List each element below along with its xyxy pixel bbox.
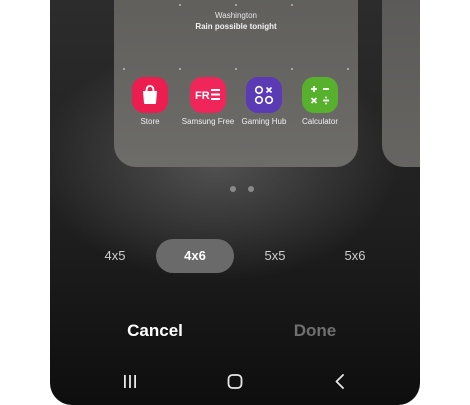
grid-guide-dot <box>179 68 181 70</box>
phone-screen: Washington Rain possible tonight Store F… <box>50 0 420 405</box>
grid-option-5x5[interactable]: 5x5 <box>250 239 300 273</box>
grid-option-4x5[interactable]: 4x5 <box>90 239 140 273</box>
home-page-preview[interactable]: Washington Rain possible tonight Store F… <box>114 0 358 167</box>
free-icon: FR <box>190 77 226 113</box>
app-gaming-hub[interactable]: Gaming Hub <box>234 77 294 126</box>
app-label: Samsung Free <box>181 117 235 126</box>
app-label: Store <box>140 117 160 126</box>
recents-icon <box>124 375 136 388</box>
grid-guide-dot <box>235 4 237 6</box>
next-page-preview[interactable] <box>382 0 420 167</box>
grid-guide-dot <box>347 68 349 70</box>
grid-guide-dot <box>235 68 237 70</box>
grid-guide-dot <box>179 4 181 6</box>
app-label: Calculator <box>301 117 338 126</box>
grid-option-4x6[interactable]: 4x6 <box>156 239 234 273</box>
home-button[interactable] <box>215 368 255 396</box>
done-button[interactable]: Done <box>270 318 360 344</box>
grid-option-5x6[interactable]: 5x6 <box>330 239 380 273</box>
grid-guide-dot <box>291 4 293 6</box>
shopping-bag-icon <box>132 77 168 113</box>
weather-forecast: Rain possible tonight <box>195 22 277 31</box>
page-dot[interactable] <box>230 186 236 192</box>
free-icon-text: FR <box>195 90 210 102</box>
back-icon <box>335 374 344 389</box>
app-store[interactable]: Store <box>120 77 180 126</box>
grid-guide-dot <box>291 68 293 70</box>
grid-size-selector: 4x5 4x6 5x5 5x6 <box>50 239 420 273</box>
calculator-icon <box>302 77 338 113</box>
grid-guide-dot <box>123 68 125 70</box>
recents-button[interactable] <box>110 368 150 396</box>
page-indicator[interactable] <box>213 184 263 194</box>
navigation-bar <box>50 368 420 396</box>
page-dot[interactable] <box>248 186 254 192</box>
home-button-icon <box>227 374 243 389</box>
back-button[interactable] <box>320 368 360 396</box>
gaming-hub-icon <box>246 77 282 113</box>
cancel-button[interactable]: Cancel <box>110 318 200 344</box>
app-calculator[interactable]: Calculator <box>290 77 350 126</box>
app-samsung-free[interactable]: FR Samsung Free <box>178 77 238 126</box>
weather-city: Washington <box>215 11 257 20</box>
app-label: Gaming Hub <box>241 117 287 126</box>
